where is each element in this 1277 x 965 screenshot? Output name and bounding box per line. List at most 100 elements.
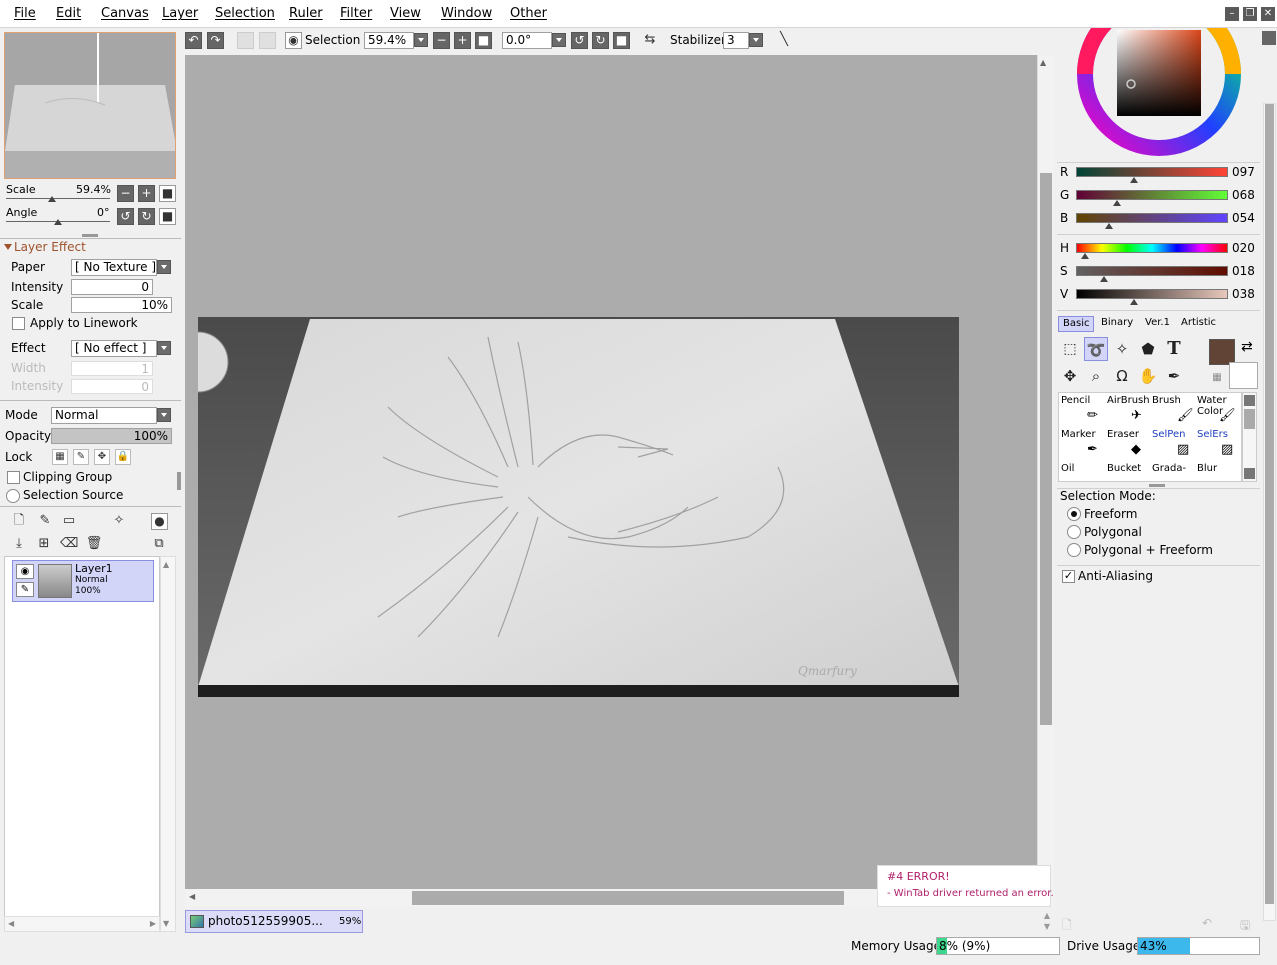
- menu-window[interactable]: Window: [441, 6, 492, 21]
- canvas-vscroll[interactable]: ▲ ▼: [1037, 55, 1054, 889]
- zoom-reset-icon[interactable]: ■: [475, 32, 492, 49]
- zoom-in-icon[interactable]: +: [454, 32, 471, 49]
- panel-splitter[interactable]: [177, 472, 181, 490]
- new-linework-layer-icon[interactable]: ✎: [36, 512, 54, 530]
- close-icon[interactable]: ✕: [1261, 7, 1275, 21]
- scroll-left-icon[interactable]: ◀: [189, 892, 195, 901]
- nav-scale-handle[interactable]: [48, 196, 56, 202]
- tool-airbrush[interactable]: AirBrush: [1107, 395, 1152, 428]
- v-slider[interactable]: [1076, 289, 1228, 299]
- brush-grid-scroll-thumb[interactable]: [1244, 409, 1255, 429]
- lasso-icon[interactable]: ➰: [1084, 337, 1108, 361]
- layer-effect-header[interactable]: Layer Effect: [14, 240, 86, 254]
- menu-view[interactable]: View: [390, 6, 421, 21]
- zoom-out-icon[interactable]: −: [433, 32, 450, 49]
- nav-zoom-out-icon[interactable]: −: [117, 185, 134, 202]
- move-icon[interactable]: ✥: [1058, 364, 1082, 388]
- layer-mask-icon[interactable]: ●: [151, 513, 168, 530]
- nav-zoom-reset-icon[interactable]: ■: [159, 185, 176, 202]
- freeform-radio[interactable]: [1067, 507, 1081, 521]
- v-handle[interactable]: [1130, 299, 1138, 305]
- tool-gradation[interactable]: Grada-: [1152, 463, 1197, 481]
- nav-angle-handle[interactable]: [54, 219, 62, 225]
- nav-zoom-in-icon[interactable]: +: [138, 185, 155, 202]
- flip-horizontal-icon[interactable]: ⇆: [641, 31, 659, 49]
- menu-layer[interactable]: Layer: [162, 6, 198, 21]
- h-slider[interactable]: [1076, 243, 1228, 253]
- opacity-slider[interactable]: 100%: [51, 428, 172, 444]
- tool-selers[interactable]: SelErs: [1197, 429, 1241, 462]
- nav-scale-slider[interactable]: [6, 198, 110, 199]
- scroll-up-icon[interactable]: [1244, 395, 1255, 406]
- zoom-dropdown-icon[interactable]: [414, 33, 428, 47]
- lock-move-icon[interactable]: ✥: [94, 449, 110, 465]
- hand-icon[interactable]: ✋: [1136, 364, 1160, 388]
- h-handle[interactable]: [1081, 253, 1089, 259]
- layer-effect-icon[interactable]: ✧: [110, 512, 128, 530]
- restore-icon[interactable]: ❐: [1243, 7, 1257, 21]
- canvas-hscroll-thumb[interactable]: [412, 891, 844, 905]
- stabilizer-dropdown-icon[interactable]: [749, 33, 763, 47]
- swap-colors-icon[interactable]: ⇄: [1241, 339, 1253, 355]
- document-tab[interactable]: photo512559905... 59%: [185, 910, 363, 933]
- layer-edit-icon[interactable]: ✎: [16, 582, 34, 597]
- scroll-up-icon[interactable]: ▲: [1040, 58, 1046, 67]
- stroke-line-icon[interactable]: ╲: [775, 31, 793, 49]
- menu-ruler[interactable]: Ruler: [289, 6, 323, 21]
- deselect-icon[interactable]: [237, 32, 254, 49]
- intensity-field[interactable]: 0: [71, 279, 153, 295]
- apply-linework-checkbox[interactable]: [12, 317, 25, 330]
- anti-aliasing-checkbox[interactable]: ✓: [1062, 570, 1075, 583]
- blend-mode-select[interactable]: Normal: [51, 407, 157, 424]
- scroll-down-icon[interactable]: ▼: [163, 919, 169, 928]
- rotate-reset-icon[interactable]: ■: [613, 32, 630, 49]
- scroll-up-icon[interactable]: ▲: [163, 560, 169, 569]
- rotate-right-icon[interactable]: ↻: [592, 32, 609, 49]
- clipping-group-checkbox[interactable]: [7, 471, 20, 484]
- new-folder-icon[interactable]: ▭: [60, 512, 78, 530]
- lock-transparency-icon[interactable]: ▦: [52, 449, 68, 465]
- blend-mode-dropdown-icon[interactable]: [157, 408, 171, 422]
- redo-icon[interactable]: ↷: [207, 32, 224, 49]
- menu-edit[interactable]: Edit: [56, 6, 81, 21]
- background-color-swatch[interactable]: [1229, 362, 1258, 389]
- effect-select[interactable]: [ No effect ]: [71, 340, 157, 357]
- zoom-field[interactable]: 59.4%: [364, 32, 414, 49]
- collapse-arrow-icon[interactable]: [4, 244, 12, 250]
- navigator-preview[interactable]: [4, 32, 176, 179]
- rotate-tool-icon[interactable]: Ω: [1110, 364, 1134, 388]
- select-pen-icon[interactable]: ⬟: [1136, 337, 1160, 361]
- menu-filter[interactable]: Filter: [340, 6, 372, 21]
- lock-all-icon[interactable]: 🔒: [115, 449, 131, 465]
- r-slider[interactable]: [1076, 167, 1228, 177]
- canvas-vscroll-thumb[interactable]: [1040, 173, 1052, 725]
- minimize-icon[interactable]: –: [1225, 7, 1239, 21]
- color-wheel[interactable]: [1057, 28, 1277, 162]
- brush-grid-scroll[interactable]: [1242, 392, 1257, 482]
- right-panel-scroll-thumb[interactable]: [1265, 104, 1274, 904]
- tool-pencil[interactable]: Pencil: [1061, 395, 1106, 428]
- text-tool-icon[interactable]: T: [1162, 337, 1186, 361]
- tab-artistic[interactable]: Artistic: [1177, 316, 1220, 332]
- g-handle[interactable]: [1113, 200, 1121, 206]
- rotation-dropdown-icon[interactable]: [552, 33, 566, 47]
- b-slider[interactable]: [1076, 213, 1228, 223]
- eyedropper-icon[interactable]: ✒: [1162, 364, 1186, 388]
- delete-layer-icon[interactable]: 🗑: [85, 535, 103, 553]
- layer-list-hscroll[interactable]: ◀ ▶: [4, 916, 160, 932]
- layer-list-vscroll[interactable]: ▲ ▼: [160, 556, 176, 932]
- invert-selection-icon[interactable]: [259, 32, 276, 49]
- effect-dropdown-icon[interactable]: [157, 341, 171, 355]
- tool-marker[interactable]: Marker: [1061, 429, 1106, 462]
- stabilizer-field[interactable]: 3: [723, 32, 749, 49]
- nav-rotate-right-icon[interactable]: ↻: [138, 208, 155, 225]
- paper-dropdown-icon[interactable]: [157, 260, 171, 274]
- canvas-area[interactable]: Qmarfury: [185, 55, 1037, 889]
- s-slider[interactable]: [1076, 266, 1228, 276]
- transfer-down-icon[interactable]: ⤓: [10, 535, 28, 553]
- menu-selection[interactable]: Selection: [215, 6, 275, 21]
- magic-wand-icon[interactable]: ✧: [1110, 337, 1134, 361]
- selection-visibility-eye-icon[interactable]: ◉: [285, 32, 302, 49]
- tool-eraser[interactable]: Eraser: [1107, 429, 1152, 462]
- paper-select[interactable]: [ No Texture ]: [71, 259, 157, 276]
